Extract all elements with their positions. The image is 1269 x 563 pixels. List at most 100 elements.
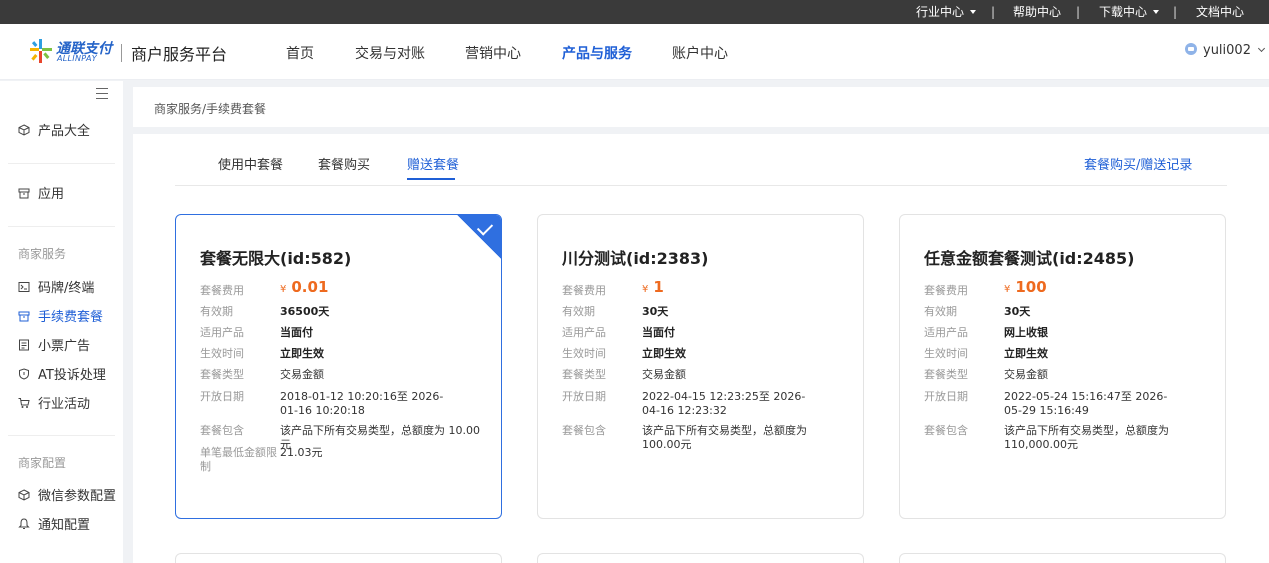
sidebar-divider xyxy=(8,435,115,436)
nav-transactions[interactable]: 交易与对账 xyxy=(355,43,425,63)
allinpay-logo-icon xyxy=(30,39,52,63)
sidebar-item-qr-terminal[interactable]: 码牌/终端 xyxy=(18,280,94,298)
top-utility-bar: 行业中心 | 帮助中心 | 下载中心 | 文档中心 xyxy=(0,0,1269,24)
package-card-partial[interactable] xyxy=(537,553,864,563)
caret-down-icon xyxy=(1153,10,1160,14)
price-value: 1 xyxy=(653,278,664,296)
cube-icon xyxy=(18,489,30,501)
download-center-menu[interactable]: 下载中心 xyxy=(1099,0,1160,24)
sidebar-item-receipt-ads[interactable]: 小票广告 xyxy=(18,338,90,356)
type-label: 套餐类型 xyxy=(562,368,606,381)
package-card-partial[interactable] xyxy=(175,553,502,563)
package-card[interactable]: 任意金额套餐测试(id:2485) 套餐费用 ¥100 有效期 30天 适用产品… xyxy=(899,214,1226,519)
receipt-icon xyxy=(19,339,29,351)
help-center-link[interactable]: 帮助中心 xyxy=(1013,0,1061,24)
fee-label: 套餐费用 xyxy=(924,284,968,297)
price-value: 0.01 xyxy=(291,278,329,296)
package-card[interactable]: 套餐无限大(id:582) 套餐费用 ¥0.01 有效期 36500天 适用产品… xyxy=(175,214,502,519)
open-date-label: 开放日期 xyxy=(562,390,606,403)
sidebar-item-apps[interactable]: 应用 xyxy=(18,186,64,204)
open-date-label: 开放日期 xyxy=(924,390,968,403)
type-value: 交易金额 xyxy=(1004,368,1048,381)
effect-label: 生效时间 xyxy=(200,347,244,360)
sidebar-item-wechat-config[interactable]: 微信参数配置 xyxy=(18,488,116,506)
package-card-partial[interactable] xyxy=(899,553,1226,563)
open-date-value: 2022-04-15 12:23:25至 2026-04-16 12:23:32 xyxy=(642,390,806,417)
sidebar-item-all-products[interactable]: 产品大全 xyxy=(18,123,90,141)
validity-value: 30天 xyxy=(1004,305,1031,318)
package-title: 任意金额套餐测试(id:2485) xyxy=(924,249,1135,268)
product-value: 当面付 xyxy=(642,326,675,339)
sidebar: 产品大全 应用 商家服务 码牌/终端 手续费套餐 小票广告 AT投诉处理 行业活… xyxy=(0,81,123,563)
box-icon xyxy=(18,188,30,199)
product-label: 适用产品 xyxy=(200,326,244,339)
terminal-icon xyxy=(18,282,30,292)
product-value: 当面付 xyxy=(280,326,313,339)
industry-center-menu[interactable]: 行业中心 xyxy=(916,0,977,24)
sidebar-item-label: 应用 xyxy=(38,187,65,202)
effect-label: 生效时间 xyxy=(562,347,606,360)
allinpay-logo[interactable]: 通联支付 ALLINPAY xyxy=(30,39,112,67)
product-label: 适用产品 xyxy=(924,326,968,339)
effect-value: 立即生效 xyxy=(642,347,686,360)
header-divider xyxy=(121,44,122,62)
sidebar-item-complaints[interactable]: AT投诉处理 xyxy=(18,367,106,385)
sidebar-item-label: 码牌/终端 xyxy=(38,281,95,296)
sidebar-item-label: 通知配置 xyxy=(38,518,91,533)
purchase-gift-record-link[interactable]: 套餐购买/赠送记录 xyxy=(1084,154,1192,173)
tab-purchase[interactable]: 套餐购买 xyxy=(318,154,370,173)
user-menu[interactable]: yuli002 xyxy=(1185,43,1266,58)
effect-label: 生效时间 xyxy=(924,347,968,360)
breadcrumb-bar: 商家服务/手续费套餐 xyxy=(133,87,1269,127)
username: yuli002 xyxy=(1203,43,1251,58)
sidebar-item-notification-config[interactable]: 通知配置 xyxy=(18,517,90,535)
package-title: 套餐无限大(id:582) xyxy=(200,249,352,268)
separator: | xyxy=(1173,5,1178,19)
sidebar-item-industry-events[interactable]: 行业活动 xyxy=(18,396,90,414)
caret-down-icon xyxy=(970,10,977,14)
validity-label: 有效期 xyxy=(924,305,957,318)
min-amount-label: 单笔最低金额限制 xyxy=(200,446,277,473)
package-title: 川分测试(id:2383) xyxy=(562,249,709,268)
sidebar-divider xyxy=(8,163,115,164)
package-icon xyxy=(18,311,30,322)
validity-value: 36500天 xyxy=(280,305,330,318)
package-card[interactable]: 川分测试(id:2383) 套餐费用 ¥1 有效期 30天 适用产品 当面付 生… xyxy=(537,214,864,519)
package-price: ¥1 xyxy=(642,278,664,296)
currency-symbol: ¥ xyxy=(642,284,649,295)
currency-symbol: ¥ xyxy=(280,284,287,295)
sidebar-item-label: AT投诉处理 xyxy=(38,368,106,383)
open-date-value: 2018-01-12 10:20:16至 2026-01-16 10:20:18 xyxy=(280,390,444,417)
shield-icon xyxy=(19,368,29,380)
include-value: 该产品下所有交易类型，总额度为 110,000.00元 xyxy=(1004,424,1169,451)
sidebar-divider xyxy=(8,226,115,227)
platform-title: 商户服务平台 xyxy=(131,45,228,64)
menu-toggle-icon[interactable] xyxy=(96,88,108,99)
open-date-label: 开放日期 xyxy=(200,390,244,403)
nav-account[interactable]: 账户中心 xyxy=(672,43,728,63)
include-label: 套餐包含 xyxy=(562,424,606,437)
nav-home[interactable]: 首页 xyxy=(286,43,314,63)
package-price: ¥0.01 xyxy=(280,278,328,296)
user-avatar-icon xyxy=(1185,43,1197,55)
sidebar-item-label: 小票广告 xyxy=(38,339,91,354)
doc-center-link[interactable]: 文档中心 xyxy=(1196,0,1244,24)
tab-gift[interactable]: 赠送套餐 xyxy=(407,154,459,173)
fee-label: 套餐费用 xyxy=(200,284,244,297)
validity-label: 有效期 xyxy=(200,305,233,318)
tab-in-use[interactable]: 使用中套餐 xyxy=(218,154,283,173)
nav-marketing[interactable]: 营销中心 xyxy=(465,43,521,63)
product-value: 网上收银 xyxy=(1004,326,1048,339)
main-content: 使用中套餐 套餐购买 赠送套餐 套餐购买/赠送记录 套餐无限大(id:582) … xyxy=(133,134,1269,563)
breadcrumb: 商家服务/手续费套餐 xyxy=(154,102,267,116)
open-date-value: 2022-05-24 15:16:47至 2026-05-29 15:16:49 xyxy=(1004,390,1168,417)
tabs-divider xyxy=(175,185,1227,186)
nav-products-services[interactable]: 产品与服务 xyxy=(562,43,632,63)
fee-label: 套餐费用 xyxy=(562,284,606,297)
validity-label: 有效期 xyxy=(562,305,595,318)
chevron-down-icon xyxy=(1257,44,1266,53)
sidebar-item-fee-package[interactable]: 手续费套餐 xyxy=(18,309,103,327)
currency-symbol: ¥ xyxy=(1004,284,1011,295)
type-value: 交易金额 xyxy=(280,368,324,381)
sidebar-section-merchant-config: 商家配置 xyxy=(18,456,67,470)
